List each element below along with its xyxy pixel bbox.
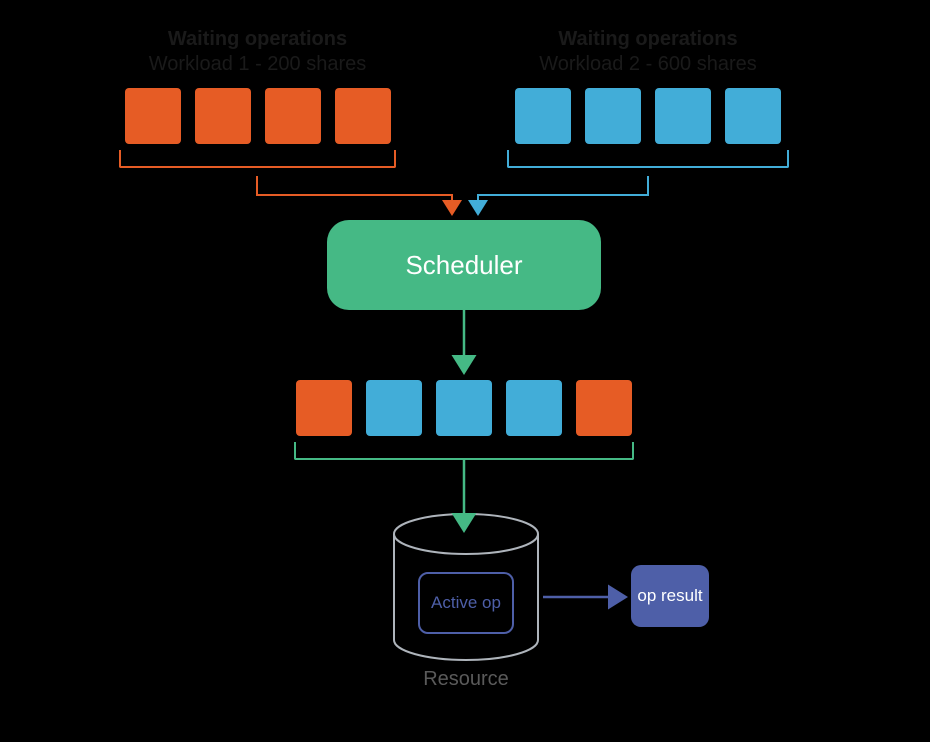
queue-item xyxy=(725,88,781,144)
workload-1-title: Waiting operations xyxy=(105,28,410,51)
queue-item xyxy=(265,88,321,144)
scheduled-bracket xyxy=(294,442,634,460)
workload-2: Waiting operations Workload 2 - 600 shar… xyxy=(493,28,803,168)
workload-2-subtitle: Workload 2 - 600 shares xyxy=(493,53,803,76)
workload-1-bracket xyxy=(119,150,396,168)
queue-item xyxy=(366,380,422,436)
resource-cylinder: Active op xyxy=(391,512,541,662)
op-result-label: op result xyxy=(637,586,702,606)
scheduler-node: Scheduler xyxy=(327,220,601,310)
op-result-box: op result xyxy=(631,565,709,627)
queue-item xyxy=(296,380,352,436)
workload-2-title: Waiting operations xyxy=(493,28,803,51)
queue-item xyxy=(655,88,711,144)
arrow-workload2-to-scheduler xyxy=(478,176,648,212)
workload-1-queue xyxy=(105,88,410,144)
workload-1: Waiting operations Workload 1 - 200 shar… xyxy=(105,28,410,168)
active-op-label: Active op xyxy=(431,593,501,613)
queue-item xyxy=(585,88,641,144)
workload-2-queue xyxy=(493,88,803,144)
active-op-box: Active op xyxy=(418,572,514,634)
resource-label: Resource xyxy=(391,668,541,691)
queue-item xyxy=(125,88,181,144)
queue-item xyxy=(335,88,391,144)
queue-item xyxy=(436,380,492,436)
scheduler-label: Scheduler xyxy=(405,250,522,281)
queue-item xyxy=(506,380,562,436)
scheduled-queue xyxy=(294,380,634,460)
arrow-workload1-to-scheduler xyxy=(257,176,452,212)
workload-2-bracket xyxy=(507,150,789,168)
queue-item xyxy=(195,88,251,144)
workload-1-subtitle: Workload 1 - 200 shares xyxy=(105,53,410,76)
queue-item xyxy=(515,88,571,144)
queue-item xyxy=(576,380,632,436)
